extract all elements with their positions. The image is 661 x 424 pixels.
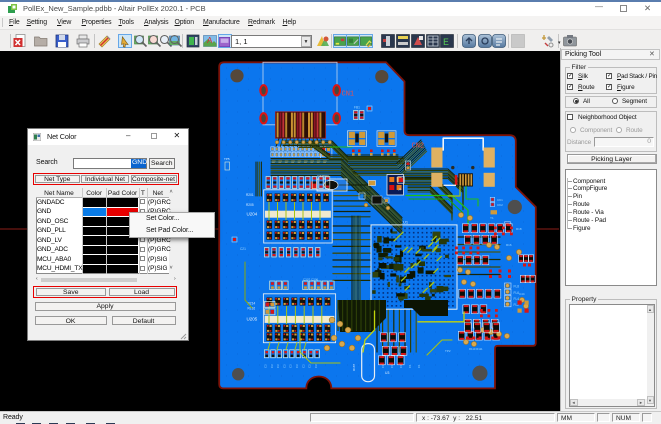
svg-text:CN1: CN1 bbox=[342, 91, 355, 99]
svg-text:E: E bbox=[443, 38, 449, 48]
svg-text:U204: U204 bbox=[247, 212, 258, 217]
svg-text:C3: C3 bbox=[270, 364, 274, 368]
svg-text:C3: C3 bbox=[264, 364, 268, 368]
svg-text:C307 C306: C307 C306 bbox=[303, 278, 319, 282]
svg-text:U1: U1 bbox=[403, 220, 409, 225]
svg-text:J4: J4 bbox=[398, 188, 402, 192]
svg-text:FL8: FL8 bbox=[514, 285, 520, 289]
svg-text:A: A bbox=[207, 36, 213, 45]
svg-text:CN2: CN2 bbox=[412, 143, 425, 151]
svg-text:C3: C3 bbox=[301, 364, 305, 368]
svg-text:R18: R18 bbox=[516, 227, 522, 231]
svg-text:U205: U205 bbox=[247, 317, 258, 322]
svg-text:C21: C21 bbox=[240, 247, 246, 251]
svg-text:FL4: FL4 bbox=[514, 297, 520, 301]
svg-text:C1: C1 bbox=[408, 364, 412, 368]
svg-text:R110 R111: R110 R111 bbox=[469, 347, 483, 351]
svg-text:R16: R16 bbox=[506, 243, 512, 247]
svg-text:FB1: FB1 bbox=[354, 106, 360, 110]
svg-text:C1: C1 bbox=[399, 364, 403, 368]
svg-text:CK1: CK1 bbox=[497, 198, 503, 202]
svg-text:TP2: TP2 bbox=[445, 349, 451, 353]
svg-text:TP5: TP5 bbox=[224, 157, 230, 161]
svg-text:R201: R201 bbox=[246, 193, 254, 197]
svg-text:R187: R187 bbox=[352, 363, 356, 371]
svg-text:R205: R205 bbox=[246, 203, 254, 207]
svg-text:C1: C1 bbox=[381, 364, 385, 368]
svg-text:C1: C1 bbox=[390, 364, 394, 368]
svg-text:C3: C3 bbox=[295, 364, 299, 368]
svg-text:CK2: CK2 bbox=[497, 203, 503, 207]
svg-text:C3: C3 bbox=[308, 364, 312, 368]
svg-text:C1: C1 bbox=[417, 364, 421, 368]
svg-text:U3: U3 bbox=[385, 371, 389, 375]
svg-text:C3: C3 bbox=[314, 364, 318, 368]
svg-text:Y1: Y1 bbox=[490, 216, 494, 220]
svg-text:C3: C3 bbox=[289, 364, 293, 368]
svg-text:C3: C3 bbox=[276, 364, 280, 368]
svg-text:C3: C3 bbox=[282, 364, 286, 368]
svg-text:C44: C44 bbox=[519, 292, 525, 296]
